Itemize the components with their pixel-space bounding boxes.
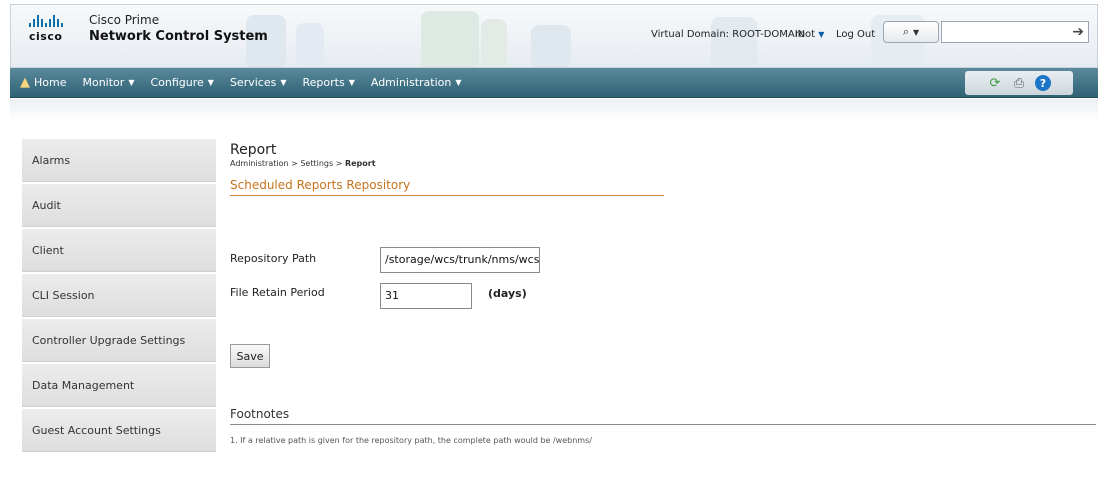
product-name-line2: Network Control System bbox=[89, 29, 268, 44]
repository-path-label: Repository Path bbox=[230, 252, 317, 265]
app-header: cisco Cisco Prime Network Control System… bbox=[10, 4, 1098, 68]
sidebar-item-audit[interactable]: Audit bbox=[22, 184, 216, 227]
search-scope-dropdown[interactable]: ⌕ ▼ bbox=[883, 21, 939, 43]
caret-down-icon: ▼ bbox=[280, 78, 287, 87]
caret-down-icon: ▼ bbox=[913, 27, 920, 37]
header-decoration bbox=[531, 25, 571, 67]
help-icon[interactable]: ? bbox=[1035, 75, 1051, 91]
arrow-right-icon[interactable]: ➔ bbox=[1072, 24, 1084, 40]
cisco-logo: cisco bbox=[29, 15, 73, 43]
breadcrumb-current: Report bbox=[344, 159, 376, 168]
sidebar-item-client[interactable]: Client bbox=[22, 229, 216, 272]
header-decoration bbox=[421, 11, 479, 67]
breadcrumb: Administration > Settings > Report bbox=[230, 159, 1098, 168]
footnote-1: 1. If a relative path is given for the r… bbox=[230, 436, 592, 445]
sidebar-item-guest-account-settings[interactable]: Guest Account Settings bbox=[22, 409, 216, 452]
footnotes-title: Footnotes bbox=[230, 407, 1096, 425]
nav-monitor[interactable]: Monitor ▼ bbox=[74, 76, 142, 89]
save-button[interactable]: Save bbox=[230, 344, 270, 368]
user-menu[interactable]: root ▼ bbox=[795, 29, 824, 40]
nav-administration[interactable]: Administration ▼ bbox=[363, 76, 470, 89]
caret-down-icon: ▼ bbox=[818, 30, 825, 39]
header-decoration bbox=[711, 17, 757, 67]
caret-down-icon: ▼ bbox=[348, 78, 355, 87]
sidebar-item-alarms[interactable]: Alarms bbox=[22, 139, 216, 182]
nav-home[interactable]: ▲ Home bbox=[10, 75, 74, 90]
search-input[interactable]: ➔ bbox=[941, 21, 1089, 43]
caret-down-icon: ▼ bbox=[207, 78, 214, 87]
user-name: root bbox=[795, 29, 816, 40]
home-icon: ▲ bbox=[20, 75, 30, 90]
nav-monitor-label: Monitor bbox=[82, 76, 125, 89]
page-title: Report bbox=[230, 142, 277, 158]
file-retain-label: File Retain Period bbox=[230, 286, 325, 299]
header-decoration bbox=[296, 23, 324, 67]
sync-icon[interactable]: ⟳ bbox=[987, 75, 1003, 91]
print-icon[interactable]: ⎙ bbox=[1011, 75, 1027, 91]
nav-reports[interactable]: Reports ▼ bbox=[295, 76, 363, 89]
settings-sidebar: Alarms Audit Client CLI Session Controll… bbox=[22, 139, 216, 454]
nav-services[interactable]: Services ▼ bbox=[222, 76, 295, 89]
logout-link[interactable]: Log Out bbox=[836, 29, 875, 40]
virtual-domain-link[interactable]: Virtual Domain: ROOT-DOMAIN bbox=[651, 29, 805, 40]
cisco-bars-icon bbox=[29, 15, 73, 27]
toolbar-icons: ⟳ ⎙ ? bbox=[965, 71, 1073, 95]
nav-configure-label: Configure bbox=[150, 76, 204, 89]
sidebar-item-data-management[interactable]: Data Management bbox=[22, 364, 216, 407]
cisco-wordmark: cisco bbox=[29, 30, 63, 43]
repository-path-input[interactable]: /storage/wcs/trunk/nms/wcs-app bbox=[380, 247, 540, 273]
header-decoration bbox=[481, 19, 507, 67]
file-retain-input[interactable]: 31 bbox=[380, 283, 472, 309]
nav-services-label: Services bbox=[229, 76, 277, 89]
nav-subbar bbox=[10, 99, 1098, 121]
sidebar-item-cli-session[interactable]: CLI Session bbox=[22, 274, 216, 317]
nav-home-label: Home bbox=[34, 76, 67, 89]
main-content: Report Administration > Settings > Repor… bbox=[230, 142, 1098, 445]
caret-down-icon: ▼ bbox=[128, 78, 135, 87]
product-name-line1: Cisco Prime bbox=[89, 13, 160, 27]
caret-down-icon: ▼ bbox=[455, 78, 462, 87]
nav-reports-label: Reports bbox=[302, 76, 345, 89]
breadcrumb-path[interactable]: Administration > Settings > bbox=[230, 159, 345, 168]
nav-configure[interactable]: Configure ▼ bbox=[142, 76, 221, 89]
product-name: Cisco Prime Network Control System bbox=[89, 13, 268, 44]
nav-administration-label: Administration bbox=[370, 76, 452, 89]
search-icon: ⌕ bbox=[902, 25, 909, 38]
section-title: Scheduled Reports Repository bbox=[230, 178, 664, 196]
days-unit-label: (days) bbox=[488, 287, 527, 300]
main-nav: ▲ Home Monitor ▼ Configure ▼ Services ▼ … bbox=[10, 68, 1098, 98]
sidebar-item-controller-upgrade-settings[interactable]: Controller Upgrade Settings bbox=[22, 319, 216, 362]
